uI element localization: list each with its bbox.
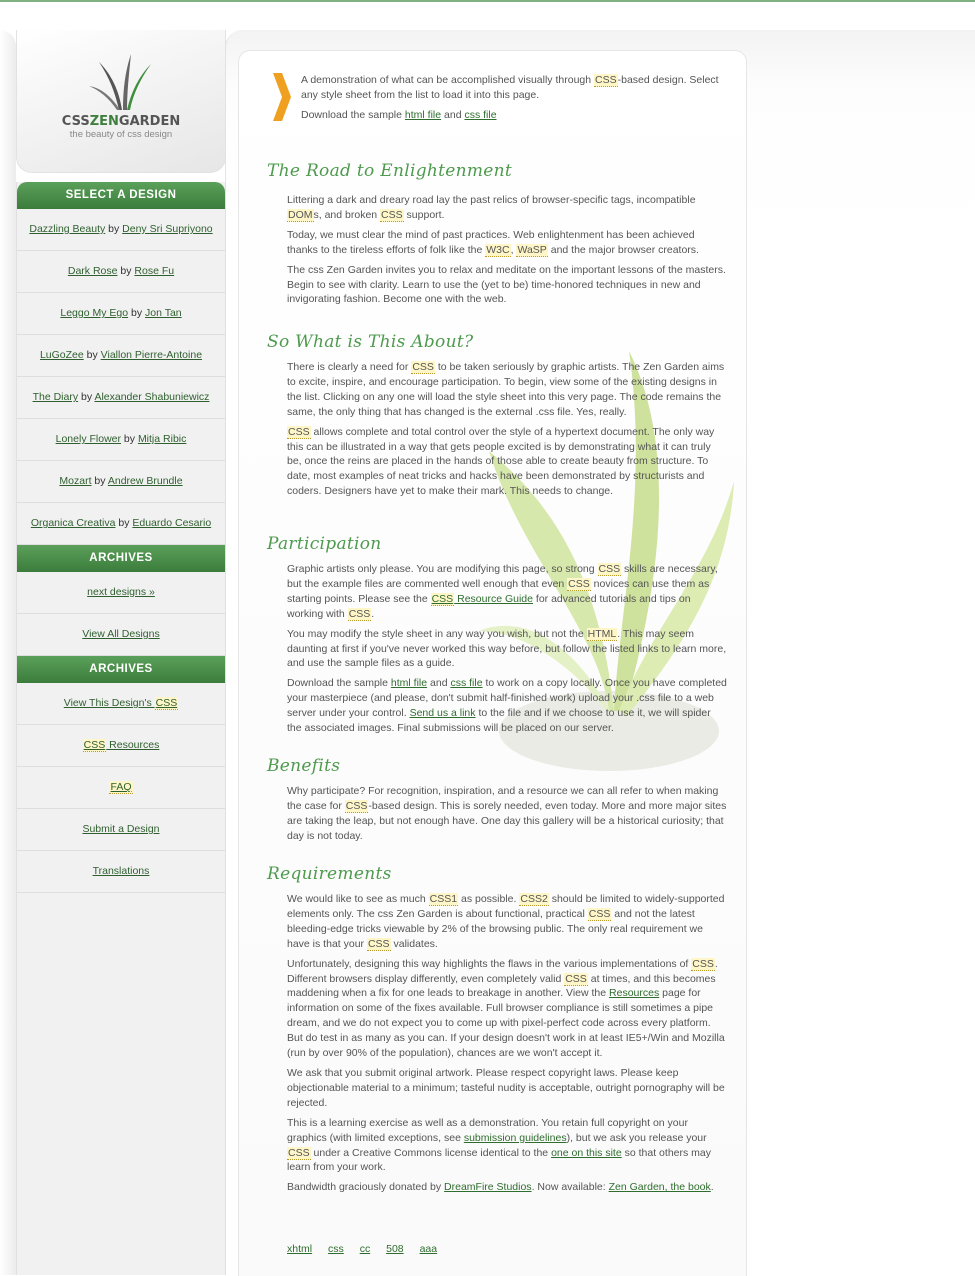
author-link[interactable]: Mitja Ribic bbox=[138, 433, 186, 445]
about-title: So What is This About? bbox=[267, 332, 474, 352]
footer-link-xhtml[interactable]: xhtml bbox=[287, 1243, 312, 1255]
author-link[interactable]: Rose Fu bbox=[134, 265, 174, 277]
css-file-link[interactable]: css file bbox=[464, 109, 496, 121]
resource-list-item: FAQ bbox=[17, 767, 225, 809]
book-link[interactable]: Zen Garden, the book bbox=[609, 1181, 711, 1193]
design-link[interactable]: Mozart bbox=[59, 475, 91, 487]
author-link[interactable]: Eduardo Cesario bbox=[132, 517, 211, 529]
dreamfire-link[interactable]: DreamFire Studios bbox=[444, 1181, 532, 1193]
translations-link[interactable]: Translations bbox=[93, 865, 150, 877]
left-frame bbox=[0, 30, 16, 1275]
main-content: A demonstration of what can be accomplis… bbox=[238, 50, 747, 1276]
view-css-link[interactable]: View This Design's CSS bbox=[64, 697, 179, 710]
site-logo[interactable]: CSSZENGARDEN the beauty of css design bbox=[16, 30, 226, 173]
intro-text: A demonstration of what can be accomplis… bbox=[301, 73, 721, 128]
send-link-link[interactable]: Send us a link bbox=[410, 707, 476, 719]
css-resources-link[interactable]: CSS Resources bbox=[82, 739, 159, 752]
about-section: There is clearly a need for CSS to be ta… bbox=[287, 361, 725, 498]
design-list-item: LuGoZee by Viallon Pierre-Antoine bbox=[17, 335, 225, 377]
requirements-title: Requirements bbox=[267, 864, 392, 884]
design-link[interactable]: Dazzling Beauty bbox=[29, 223, 105, 235]
archive-list-item: View All Designs bbox=[17, 614, 225, 656]
resource-list-item: Translations bbox=[17, 851, 225, 893]
grass-logo-icon bbox=[89, 54, 151, 110]
view-all-designs-link[interactable]: View All Designs bbox=[82, 628, 159, 640]
benefits-section: Why participate? For recognition, inspir… bbox=[287, 785, 727, 842]
intro-paragraph: A demonstration of what can be accomplis… bbox=[301, 74, 719, 101]
intro-download: Download the sample html file and css fi… bbox=[301, 109, 497, 121]
benefits-title: Benefits bbox=[267, 756, 341, 776]
footer-link-aaa[interactable]: aaa bbox=[420, 1243, 438, 1255]
top-border bbox=[0, 0, 975, 2]
design-list-item: Mozart by Andrew Brundle bbox=[17, 461, 225, 503]
footer-links: xhtml css cc 508 aaa bbox=[287, 1243, 450, 1255]
design-list-item: The Diary by Alexander Shabuniewicz bbox=[17, 377, 225, 419]
footer-link-css[interactable]: css bbox=[328, 1243, 344, 1255]
footer-link-cc[interactable]: cc bbox=[360, 1243, 371, 1255]
resource-list-item: View This Design's CSS bbox=[17, 683, 225, 725]
author-link[interactable]: Deny Sri Supriyono bbox=[122, 223, 212, 235]
next-designs-link[interactable]: next designs » bbox=[87, 586, 155, 598]
logo-subtitle: the beauty of css design bbox=[69, 129, 173, 140]
design-link[interactable]: Leggo My Ego bbox=[60, 307, 128, 319]
license-link[interactable]: one on this site bbox=[551, 1147, 622, 1159]
archive-list-item: next designs » bbox=[17, 572, 225, 614]
logo-title: CSSZENGARDEN bbox=[61, 114, 181, 129]
archives-heading: ARCHIVES bbox=[17, 545, 225, 572]
design-link[interactable]: The Diary bbox=[33, 391, 79, 403]
participation-title: Participation bbox=[267, 534, 382, 554]
design-list-item: Leggo My Ego by Jon Tan bbox=[17, 293, 225, 335]
css-file-link[interactable]: css file bbox=[450, 677, 482, 689]
design-list-item: Lonely Flower by Mitja Ribic bbox=[17, 419, 225, 461]
resource-list-item: Submit a Design bbox=[17, 809, 225, 851]
footer-link-508[interactable]: 508 bbox=[386, 1243, 404, 1255]
design-link[interactable]: Lonely Flower bbox=[56, 433, 121, 445]
author-link[interactable]: Andrew Brundle bbox=[108, 475, 183, 487]
road-section: Littering a dark and dreary road lay the… bbox=[287, 194, 726, 306]
author-link[interactable]: Alexander Shabuniewicz bbox=[94, 391, 209, 403]
design-list-item: Organica Creativa by Eduardo Cesario bbox=[17, 503, 225, 545]
road-title: The Road to Enlightenment bbox=[267, 161, 513, 181]
design-list-item: Dark Rose by Rose Fu bbox=[17, 251, 225, 293]
author-link[interactable]: Viallon Pierre-Antoine bbox=[101, 349, 202, 361]
design-link[interactable]: Dark Rose bbox=[68, 265, 118, 277]
submit-design-link[interactable]: Submit a Design bbox=[82, 823, 159, 835]
design-link[interactable]: LuGoZee bbox=[40, 349, 84, 361]
resource-guide-link[interactable]: CSS Resource Guide bbox=[430, 592, 533, 606]
sidebar: SELECT A DESIGN Dazzling Beauty by Deny … bbox=[16, 182, 226, 1275]
resources-link[interactable]: Resources bbox=[609, 987, 659, 999]
author-link[interactable]: Jon Tan bbox=[145, 307, 182, 319]
html-file-link[interactable]: html file bbox=[405, 109, 441, 121]
faq-link[interactable]: FAQ bbox=[109, 781, 133, 794]
submission-guidelines-link[interactable]: submission guidelines bbox=[464, 1132, 567, 1144]
design-link[interactable]: Organica Creativa bbox=[31, 517, 116, 529]
select-design-heading: SELECT A DESIGN bbox=[17, 182, 225, 209]
design-list-item: Dazzling Beauty by Deny Sri Supriyono bbox=[17, 209, 225, 251]
resources-heading: ARCHIVES bbox=[17, 656, 225, 683]
requirements-section: We would like to see as much CSS1 as pos… bbox=[287, 893, 725, 1194]
participation-section: Graphic artists only please. You are mod… bbox=[287, 563, 727, 735]
chevron-right-icon bbox=[273, 73, 291, 121]
resource-list-item: CSS Resources bbox=[17, 725, 225, 767]
html-file-link[interactable]: html file bbox=[391, 677, 427, 689]
